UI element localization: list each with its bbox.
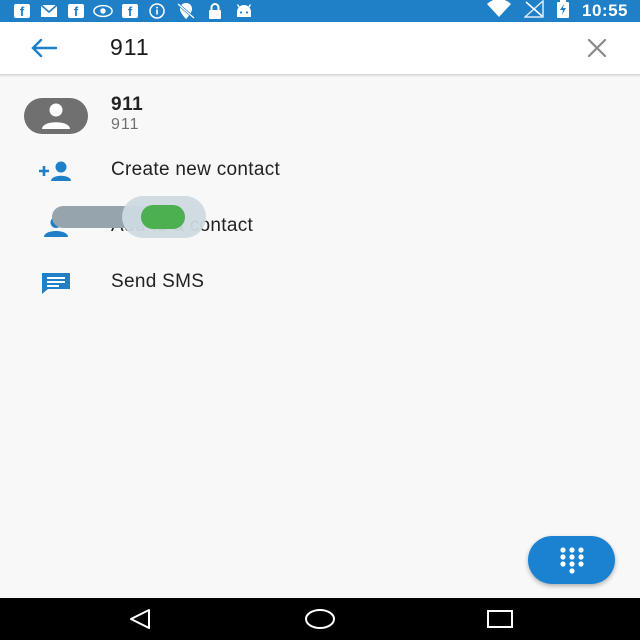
no-location-icon — [176, 3, 196, 19]
person-avatar-icon — [42, 103, 70, 129]
overlay-toggle-knob[interactable] — [141, 205, 185, 229]
facebook-icon: f — [122, 4, 138, 19]
facebook-icon: f — [68, 4, 84, 19]
nav-recents-button[interactable] — [480, 604, 520, 634]
contact-name: 911 — [111, 94, 144, 115]
avatar — [24, 98, 88, 134]
contact-number: 911 — [111, 116, 140, 133]
navigation-bar — [0, 598, 640, 640]
wifi-icon — [486, 0, 512, 23]
android-icon — [234, 3, 254, 19]
home-icon — [305, 609, 335, 629]
email-icon — [39, 3, 59, 19]
send-sms-label: Send SMS — [111, 271, 205, 292]
no-signal-icon — [523, 0, 544, 23]
recents-icon — [487, 610, 513, 628]
back-arrow-icon — [31, 38, 58, 58]
notification-icons: f f f — [14, 2, 254, 20]
system-icons: 10:55 — [486, 0, 628, 23]
dialpad-icon — [559, 547, 584, 574]
back-button[interactable] — [28, 34, 60, 62]
back-icon — [130, 609, 150, 629]
facebook-icon: f — [14, 4, 30, 19]
lock-icon — [205, 3, 225, 19]
clear-search-button[interactable] — [584, 35, 610, 61]
dialpad-button[interactable] — [528, 536, 615, 584]
battery-charging-icon — [556, 0, 570, 23]
message-icon — [36, 269, 76, 297]
nav-back-button[interactable] — [120, 604, 160, 634]
search-bar: 911 — [0, 22, 640, 75]
add-contact-icon — [36, 157, 76, 185]
info-icon — [147, 3, 167, 19]
close-icon — [587, 38, 607, 58]
nav-home-button[interactable] — [300, 604, 340, 634]
clock: 10:55 — [582, 1, 628, 20]
search-input[interactable]: 911 — [110, 34, 150, 61]
eye-icon — [93, 3, 113, 19]
status-bar: f f f 10:55 — [0, 0, 640, 22]
create-new-contact-label: Create new contact — [111, 159, 281, 180]
